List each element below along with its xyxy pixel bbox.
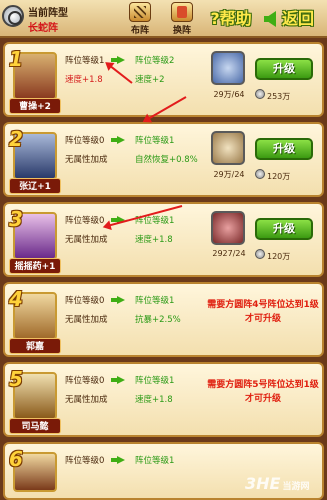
level-next: 阵位等级1 xyxy=(135,296,175,306)
level-current: 阵位等级0 xyxy=(65,296,105,306)
scroll-icon xyxy=(171,2,193,22)
deploy-label: 布阵 xyxy=(130,26,149,36)
bonus-current: 无属性加成 xyxy=(65,395,108,405)
slot-number: 3 xyxy=(9,207,23,231)
arrow-right-icon xyxy=(111,296,125,304)
slot-card-5: 5 司马懿 阵位等级0 无属性加成 阵位等级1 速度+1.8 需要方圆阵5号阵位… xyxy=(3,362,324,437)
item-count: 29万/24 xyxy=(213,170,245,179)
item-count: 29万/64 xyxy=(213,90,245,99)
hero-name: 摇摇药+1 xyxy=(9,258,61,274)
deploy-button[interactable]: 布阵 xyxy=(118,2,162,36)
coin-icon xyxy=(255,169,265,179)
slot-number: 2 xyxy=(9,127,23,151)
deploy-icon xyxy=(129,2,151,22)
upgrade-button[interactable]: 升级 xyxy=(255,138,313,160)
level-next: 阵位等级1 xyxy=(135,136,175,146)
slot-card-1: 1 曹操+2 阵位等级1 速度+1.8 阵位等级2 速度+2 29万/64 升级… xyxy=(3,42,324,117)
book-item-icon[interactable] xyxy=(211,131,245,165)
formation-label: 当前阵型 xyxy=(28,8,68,19)
upgrade-button[interactable]: 升级 xyxy=(255,58,313,80)
bonus-current: 无属性加成 xyxy=(65,235,108,245)
upgrade-button[interactable]: 升级 xyxy=(255,218,313,240)
shield-item-icon[interactable] xyxy=(211,51,245,85)
back-button[interactable]: 返回 xyxy=(262,5,326,33)
upgrade-cost: 120万 xyxy=(267,252,291,261)
top-bar: 当前阵型 长蛇阵 布阵 换阵 ?帮助 返回 xyxy=(0,0,327,38)
formation-icon xyxy=(2,5,24,27)
level-current: 阵位等级0 xyxy=(65,376,105,386)
coin-icon xyxy=(255,249,265,259)
swap-formation-button[interactable]: 换阵 xyxy=(160,2,204,36)
level-next: 阵位等级1 xyxy=(135,456,175,466)
hero-name: 郭嘉 xyxy=(9,338,61,354)
upgrade-cost: 120万 xyxy=(267,172,291,181)
help-button[interactable]: ?帮助 xyxy=(200,5,262,33)
arrow-right-icon xyxy=(111,376,125,384)
hero-name: 曹操+2 xyxy=(9,98,61,114)
arrow-right-icon xyxy=(111,56,125,64)
swap-label: 换阵 xyxy=(172,26,191,36)
current-formation: 当前阵型 长蛇阵 xyxy=(2,1,82,35)
watermark-sub: 当游网 xyxy=(282,482,310,492)
level-next: 阵位等级2 xyxy=(135,56,175,66)
level-next: 阵位等级1 xyxy=(135,376,175,386)
bonus-next: 速度+1.8 xyxy=(135,235,173,245)
coin-icon xyxy=(255,89,265,99)
bonus-next: 抗暴+2.5% xyxy=(135,315,181,325)
slot-number: 6 xyxy=(9,447,23,471)
upgrade-requirement: 需要方圆阵4号阵位达到1级才可升级 xyxy=(207,300,319,324)
level-current: 阵位等级0 xyxy=(65,456,105,466)
scroll-item-icon[interactable] xyxy=(211,211,245,245)
slot-number: 4 xyxy=(9,287,23,311)
watermark-text: 3HE xyxy=(245,474,281,493)
bonus-current: 无属性加成 xyxy=(65,155,108,165)
bonus-next: 自然恢复+0.8% xyxy=(135,155,198,165)
slot-card-2: 2 张辽+1 阵位等级0 无属性加成 阵位等级1 自然恢复+0.8% 29万/2… xyxy=(3,122,324,197)
back-label: 返回 xyxy=(282,9,315,28)
hero-name: 司马懿 xyxy=(9,418,61,434)
level-current: 阵位等级1 xyxy=(65,56,105,66)
bonus-next: 速度+2 xyxy=(135,75,165,85)
upgrade-requirement: 需要方圆阵5号阵位达到1级才可升级 xyxy=(207,380,319,404)
watermark: 3HE 当游网 xyxy=(245,474,325,496)
slot-number: 5 xyxy=(9,367,23,391)
bonus-current: 无属性加成 xyxy=(65,315,108,325)
level-current: 阵位等级0 xyxy=(65,216,105,226)
level-current: 阵位等级0 xyxy=(65,136,105,146)
arrow-right-icon xyxy=(111,136,125,144)
slot-card-4: 4 郭嘉 阵位等级0 无属性加成 阵位等级1 抗暴+2.5% 需要方圆阵4号阵位… xyxy=(3,282,324,357)
back-arrow-icon xyxy=(264,11,276,27)
upgrade-cost: 253万 xyxy=(267,92,291,101)
slot-number: 1 xyxy=(9,47,23,71)
formation-value: 长蛇阵 xyxy=(28,23,58,34)
hero-name: 张辽+1 xyxy=(9,178,61,194)
bonus-next: 速度+1.8 xyxy=(135,395,173,405)
bonus-current: 速度+1.8 xyxy=(65,75,103,85)
item-count: 2927/24 xyxy=(212,249,246,258)
slot-card-3: 3 摇摇药+1 阵位等级0 无属性加成 阵位等级1 速度+1.8 2927/24… xyxy=(3,202,324,277)
arrow-right-icon xyxy=(111,456,125,464)
